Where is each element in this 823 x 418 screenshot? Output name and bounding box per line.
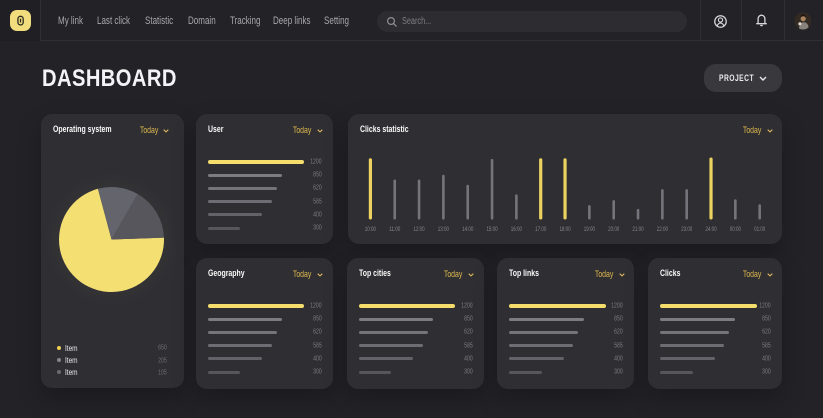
- svg-text:23:00: 23:00: [681, 227, 693, 233]
- svg-text:24:00: 24:00: [705, 227, 717, 233]
- svg-text:10:00: 10:00: [365, 227, 377, 233]
- svg-text:15:00: 15:00: [486, 227, 498, 233]
- svg-text:16:00: 16:00: [511, 227, 523, 233]
- svg-text:21:00: 21:00: [632, 227, 644, 233]
- svg-text:14:00: 14:00: [462, 227, 474, 233]
- svg-text:11:00: 11:00: [389, 227, 401, 233]
- svg-text:00:00: 00:00: [730, 227, 742, 233]
- svg-text:19:00: 19:00: [584, 227, 596, 233]
- svg-text:20:00: 20:00: [608, 227, 620, 233]
- svg-text:17:00: 17:00: [535, 227, 547, 233]
- svg-text:18:00: 18:00: [559, 227, 571, 233]
- svg-text:01:00: 01:00: [754, 227, 766, 233]
- svg-text:12:00: 12:00: [413, 227, 425, 233]
- svg-text:13:00: 13:00: [438, 227, 450, 233]
- svg-text:22:00: 22:00: [657, 227, 669, 233]
